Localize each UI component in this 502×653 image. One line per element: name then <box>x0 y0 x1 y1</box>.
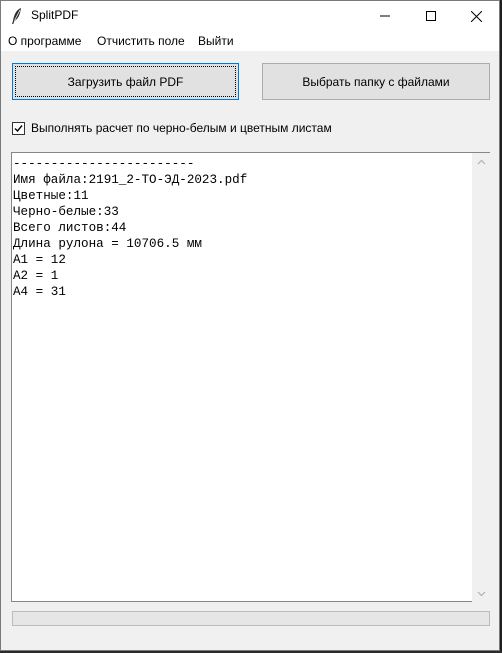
output-line: Имя файла:2191_2-ТО-ЭД-2023.pdf <box>13 173 248 187</box>
color-calc-option[interactable]: Выполнять расчет по черно-белым и цветны… <box>12 120 332 136</box>
output-line: Цветные:11 <box>13 189 89 203</box>
window-title: SplitPDF <box>31 8 79 22</box>
output-line: А2 = 1 <box>13 269 59 283</box>
choose-folder-label: Выбрать папку с файлами <box>302 74 450 89</box>
load-pdf-button[interactable]: Загрузить файл PDF <box>12 63 239 100</box>
output-line: А4 = 31 <box>13 285 66 299</box>
chevron-down-icon <box>477 591 485 596</box>
menu-about[interactable]: О программе <box>8 34 81 48</box>
output-line: Всего листов:44 <box>13 221 127 235</box>
output-line: Длина рулона = 10706.5 мм <box>13 237 202 251</box>
close-icon <box>470 10 482 22</box>
focus-rectangle <box>15 66 236 97</box>
vertical-scrollbar[interactable] <box>472 152 490 602</box>
scroll-up-button[interactable] <box>472 153 490 170</box>
output-line: Черно-белые:33 <box>13 205 119 219</box>
app-window: SplitPDF О программе Отчистить поле Выйт… <box>0 0 500 651</box>
maximize-button[interactable] <box>408 1 454 31</box>
menu-bar: О программе Отчистить поле Выйти <box>1 31 499 51</box>
output-text-area[interactable]: ------------------------ Имя файла:2191_… <box>11 152 472 602</box>
output-line: ------------------------ <box>13 157 195 171</box>
color-calc-label: Выполнять расчет по черно-белым и цветны… <box>31 121 332 135</box>
title-bar[interactable]: SplitPDF <box>1 1 499 31</box>
progress-bar <box>12 611 490 626</box>
checkmark-icon <box>14 124 23 132</box>
menu-clear-field[interactable]: Отчистить поле <box>97 34 185 48</box>
color-calc-checkbox[interactable] <box>12 121 25 135</box>
scroll-down-button[interactable] <box>472 585 490 602</box>
output-line: А1 = 12 <box>13 253 66 267</box>
maximize-icon <box>426 11 436 21</box>
chevron-up-icon <box>477 159 485 164</box>
feather-icon <box>12 8 21 24</box>
minimize-button[interactable] <box>362 1 408 31</box>
choose-folder-button[interactable]: Выбрать папку с файлами <box>262 63 490 100</box>
close-button[interactable] <box>453 1 499 31</box>
menu-exit[interactable]: Выйти <box>198 34 234 48</box>
minimize-icon <box>380 15 390 17</box>
